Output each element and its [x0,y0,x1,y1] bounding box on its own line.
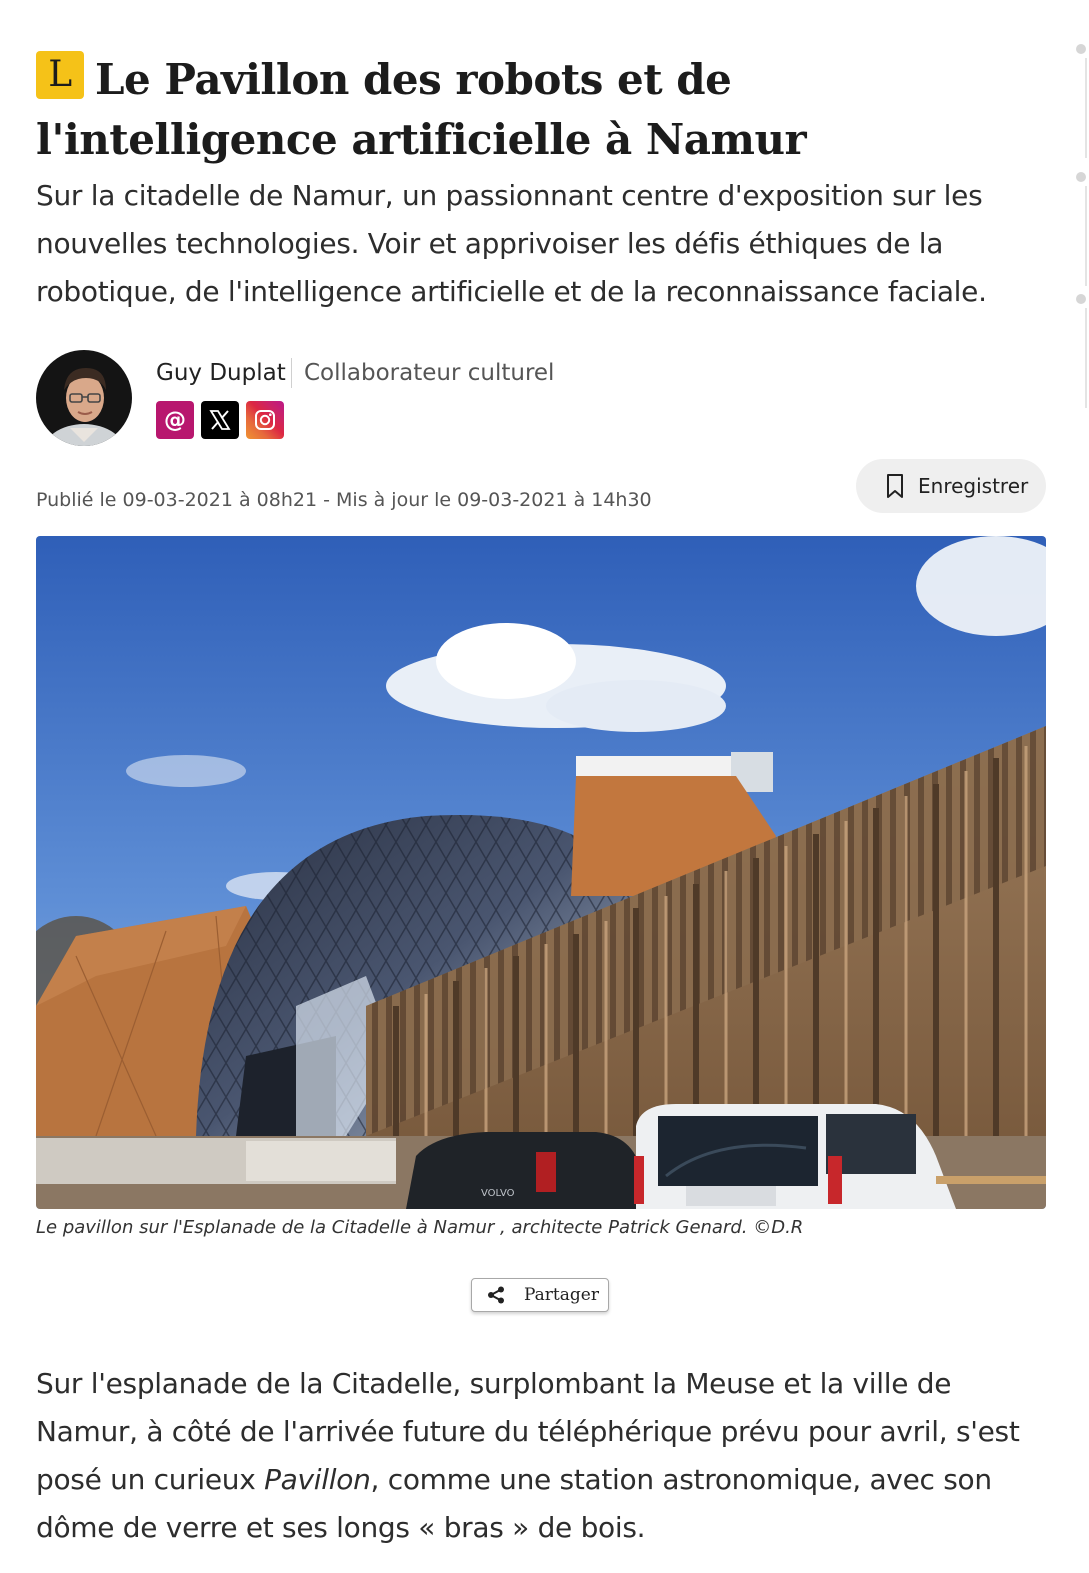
car-brand: VOLVO [481,1188,515,1199]
updated-date: Mis à jour le 09-03-2021 à 14h30 [336,489,652,511]
email-icon[interactable]: @ [156,401,194,439]
instagram-icon[interactable] [246,401,284,439]
svg-text:@: @ [164,408,186,433]
save-button[interactable]: Enregistrer [856,459,1046,513]
section-progress-indicator[interactable] [1076,44,1089,424]
date-separator: - [323,489,330,511]
author-divider [291,358,292,388]
x-icon[interactable] [201,401,239,439]
author-name[interactable]: Guy Duplat [156,358,286,388]
progress-dot[interactable] [1076,44,1086,54]
save-label: Enregistrer [918,474,1029,498]
paragraph-emphasis: Pavillon [264,1463,371,1496]
photo-caption: Le pavillon sur l'Esplanade de la Citade… [36,1217,804,1238]
premium-badge: L [36,51,84,100]
author-role: Collaborateur culturel [304,360,555,386]
progress-dot[interactable] [1076,172,1086,182]
bookmark-icon [887,474,903,498]
progress-line [1085,58,1087,158]
share-label: Partager [524,1285,599,1305]
author-block: Guy Duplat Collaborateur culturel @ [36,350,736,448]
progress-line [1085,186,1087,286]
progress-line [1085,308,1087,408]
article-photo[interactable]: VOLVO [36,536,1046,1209]
article-lead: Sur la citadelle de Namur, un passionnan… [36,179,987,308]
share-icon [488,1286,504,1304]
publication-dates: Publié le 09-03-2021 à 08h21 - Mis à jou… [36,487,652,513]
title-text: Le Pavillon des robots et de l'intellige… [36,55,807,165]
share-button[interactable]: Partager [471,1278,609,1312]
article-paragraph: Sur l'esplanade de la Citadelle, surplom… [36,1360,1046,1552]
progress-dot[interactable] [1076,294,1086,304]
avatar[interactable] [36,350,132,446]
published-date: Publié le 09-03-2021 à 08h21 [36,489,318,511]
article-title: L Le Pavillon des robots et de l'intellig… [36,50,1046,170]
